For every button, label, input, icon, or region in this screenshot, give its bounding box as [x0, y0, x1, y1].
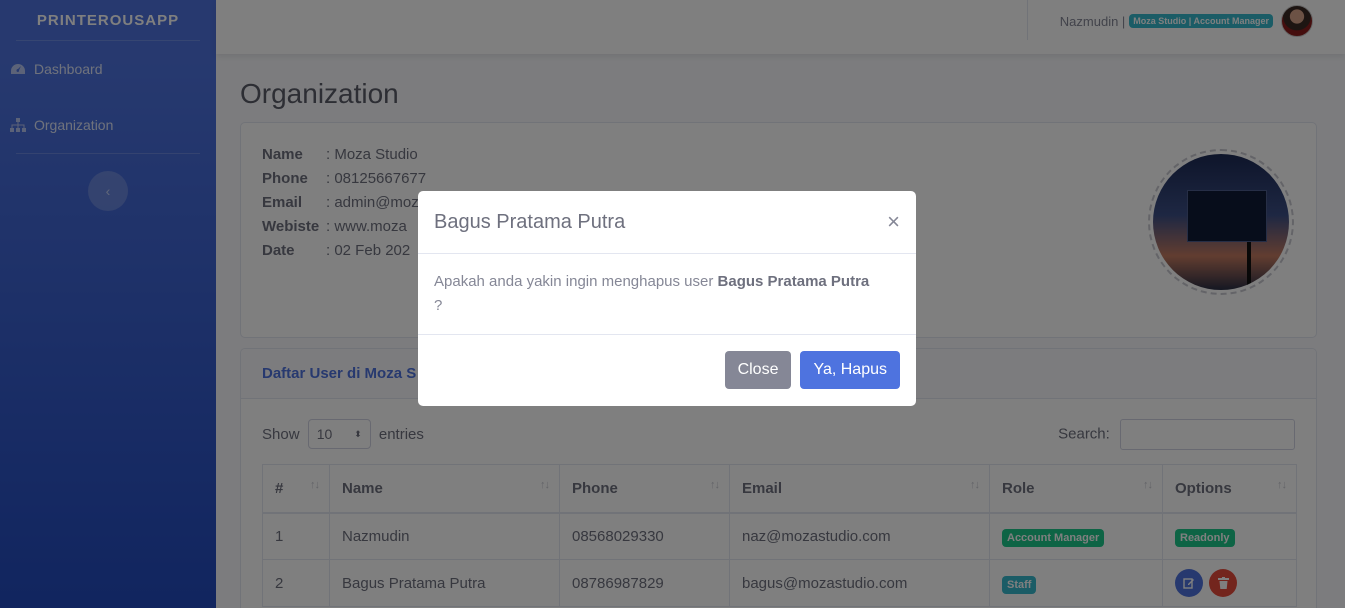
confirm-delete-button[interactable]: Ya, Hapus: [800, 351, 900, 389]
delete-confirm-modal: Bagus Pratama Putra × Apakah anda yakin …: [418, 191, 916, 406]
modal-body: Apakah anda yakin ingin menghapus user B…: [418, 254, 916, 335]
modal-title: Bagus Pratama Putra: [434, 210, 626, 233]
close-button[interactable]: Close: [724, 351, 792, 389]
modal-footer: Close Ya, Hapus: [418, 335, 916, 405]
modal-header: Bagus Pratama Putra ×: [418, 191, 916, 254]
modal-message: Apakah anda yakin ingin menghapus user: [434, 273, 718, 290]
modal-message-tail: ?: [434, 297, 443, 314]
close-icon[interactable]: ×: [887, 211, 900, 233]
modal-user-name: Bagus Pratama Putra: [717, 273, 870, 290]
